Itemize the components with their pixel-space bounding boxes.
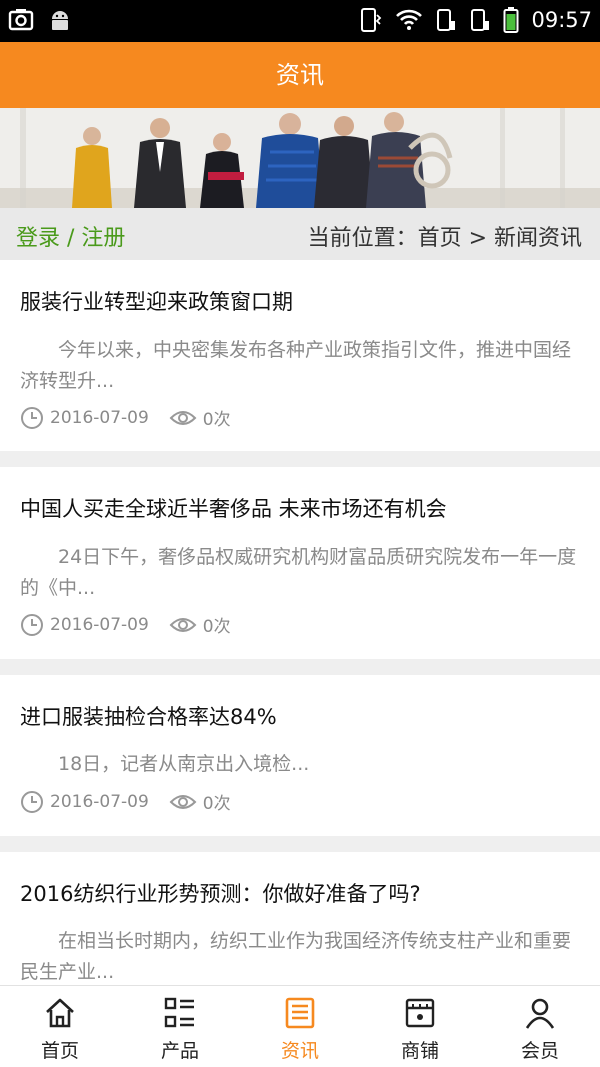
article-date-text: 2016-07-09 — [50, 407, 149, 428]
screenshot-icon — [8, 9, 34, 31]
article-summary: 在相当长时期内，纺织工业作为我国经济传统支柱产业和重要民生产业... — [20, 930, 572, 983]
tab-products[interactable]: 产品 — [120, 986, 240, 1067]
article-title[interactable]: 中国人买走全球近半奢侈品 未来市场还有机会 — [20, 493, 447, 523]
article-date: 2016-07-09 — [20, 406, 149, 430]
tab-home[interactable]: 首页 — [0, 986, 120, 1067]
article-title[interactable]: 2016纺织行业形势预测：你做好准备了吗? — [20, 878, 421, 908]
sim-signal-icon-2 — [471, 9, 490, 31]
article-views: 0次 — [169, 789, 231, 814]
page-title: 资讯 — [0, 42, 600, 108]
article-title[interactable]: 进口服装抽检合格率达84% — [20, 701, 277, 731]
article-views: 0次 — [169, 405, 231, 430]
article-card[interactable]: 中国人买走全球近半奢侈品 未来市场还有机会 24日下午，奢侈品权威研究机构财富品… — [0, 467, 600, 659]
article-views: 0次 — [169, 612, 231, 637]
bottom-tab-bar: 首页 产品 资讯 商铺 会员 — [0, 985, 600, 1067]
eye-icon — [169, 794, 197, 809]
clock-icon — [21, 790, 43, 813]
clock-icon — [21, 613, 43, 636]
article-views-text: 0次 — [202, 410, 231, 430]
tab-member-label: 会员 — [520, 1040, 559, 1062]
card-divider — [0, 836, 600, 852]
article-card[interactable]: 服装行业转型迎来政策窗口期 今年以来，中央密集发布各种产业政策指引文件，推进中国… — [0, 260, 600, 451]
article-date: 2016-07-09 — [20, 613, 149, 637]
location-bar: 登录 / 注册 当前位置：首页 > 新闻资讯 — [0, 208, 600, 260]
sim-signal-icon-1 — [437, 9, 456, 31]
article-views-text: 0次 — [202, 617, 231, 637]
android-icon — [52, 11, 68, 30]
article-date: 2016-07-09 — [20, 790, 149, 814]
shop-icon — [401, 994, 439, 1032]
tab-shop[interactable]: 商铺 — [360, 986, 480, 1067]
document-icon — [281, 994, 319, 1032]
article-meta: 2016-07-09 0次 — [20, 405, 251, 430]
article-summary: 24日下午，奢侈品权威研究机构财富品质研究院发布一年一度的《中... — [20, 546, 577, 599]
eye-icon — [169, 410, 197, 425]
banner-image[interactable] — [0, 108, 600, 208]
home-icon — [41, 994, 79, 1032]
user-icon — [521, 994, 559, 1032]
vibrate-icon — [361, 8, 382, 32]
login-register-link[interactable]: 登录 / 注册 — [16, 220, 125, 252]
article-date-text: 2016-07-09 — [50, 614, 149, 635]
status-bar: 09:57 — [0, 0, 600, 42]
breadcrumb: 当前位置：首页 > 新闻资讯 — [307, 226, 582, 251]
article-meta: 2016-07-09 0次 — [20, 612, 251, 637]
tab-member[interactable]: 会员 — [480, 986, 600, 1067]
grid-list-icon — [161, 994, 199, 1032]
eye-icon — [169, 617, 197, 632]
battery-icon — [503, 7, 519, 33]
card-divider — [0, 451, 600, 467]
card-divider — [0, 659, 600, 675]
article-card[interactable]: 进口服装抽检合格率达84% 18日，记者从南京出入境检... 2016-07-0… — [0, 675, 600, 836]
tab-news[interactable]: 资讯 — [240, 986, 360, 1067]
tab-home-label: 首页 — [40, 1040, 79, 1062]
article-list: 服装行业转型迎来政策窗口期 今年以来，中央密集发布各种产业政策指引文件，推进中国… — [0, 260, 600, 1012]
status-time: 09:57 — [531, 8, 592, 32]
tab-shop-label: 商铺 — [400, 1040, 439, 1062]
article-meta: 2016-07-09 0次 — [20, 789, 251, 814]
tab-products-label: 产品 — [160, 1040, 199, 1062]
article-title[interactable]: 服装行业转型迎来政策窗口期 — [20, 286, 293, 316]
tab-news-label: 资讯 — [280, 1040, 319, 1062]
article-views-text: 0次 — [202, 794, 231, 814]
banner-illustration — [0, 108, 600, 208]
article-date-text: 2016-07-09 — [50, 791, 149, 812]
clock-icon — [21, 406, 43, 429]
article-summary: 今年以来，中央密集发布各种产业政策指引文件，推进中国经济转型升... — [20, 339, 572, 392]
article-summary: 18日，记者从南京出入境检... — [58, 753, 310, 775]
wifi-icon — [396, 9, 423, 30]
